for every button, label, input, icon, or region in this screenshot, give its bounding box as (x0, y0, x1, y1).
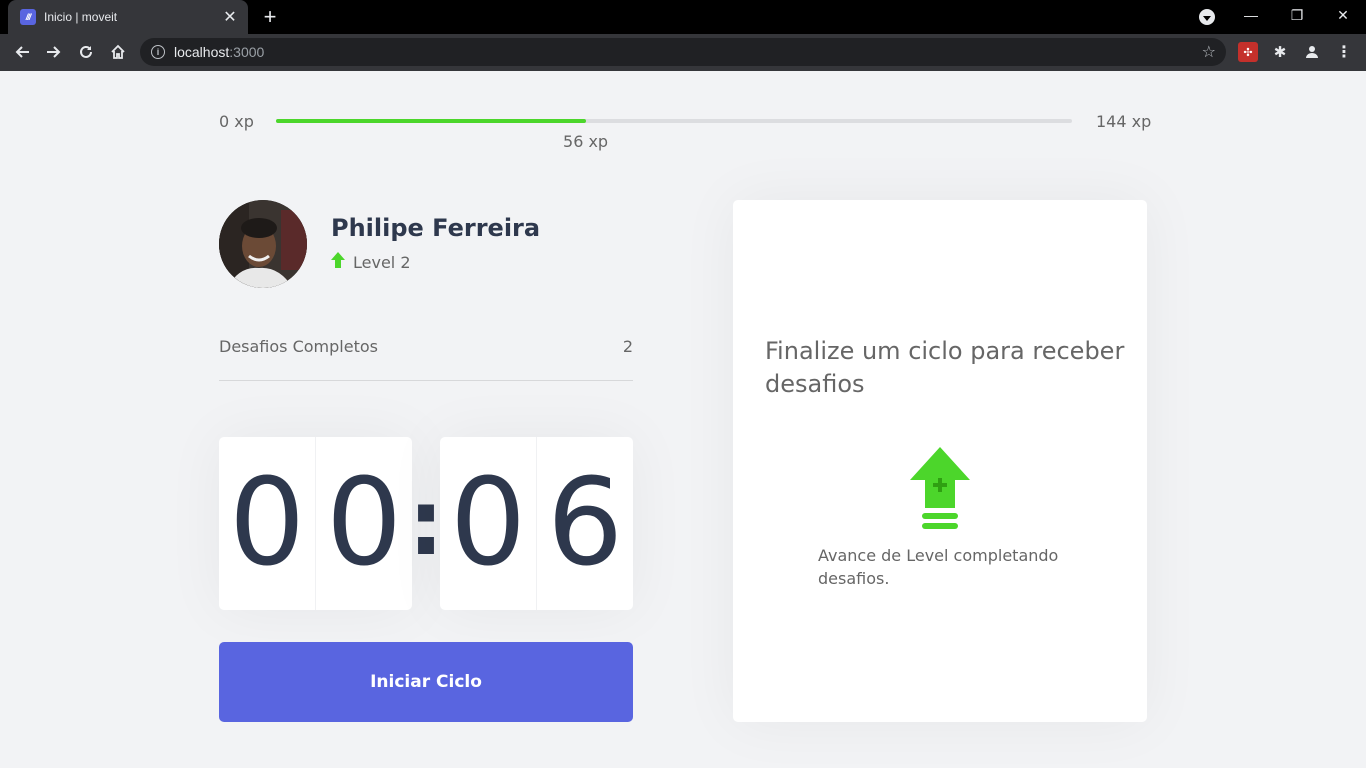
start-cycle-button[interactable]: Iniciar Ciclo (219, 642, 633, 722)
minimize-window-icon[interactable]: — (1228, 0, 1274, 30)
completed-challenges-label: Desafios Completos (219, 337, 378, 356)
level-up-icon (909, 447, 971, 529)
extensions-puzzle-icon[interactable]: ✱ (1270, 42, 1290, 62)
countdown-digit: 0 (219, 437, 316, 610)
challenge-box-description: Avance de Level completando desafios. (818, 546, 1059, 588)
countdown-minutes: 0 0 (219, 437, 412, 610)
new-tab-icon[interactable]: + (256, 3, 284, 31)
extension-icon[interactable]: ✣ (1238, 42, 1258, 62)
challenge-box-title: Finalize um ciclo para receber desafios (765, 337, 1125, 398)
level-label: Level 2 (353, 253, 411, 272)
page: 0 xp 56 xp 144 xp Philipe Ferreira Level… (0, 71, 1366, 768)
bookmark-star-icon[interactable]: ☆ (1202, 42, 1216, 62)
restore-window-icon[interactable]: ❐ (1274, 0, 1320, 30)
completed-challenges: Desafios Completos 2 (219, 337, 633, 381)
xp-max-label: 144 xp (1096, 112, 1152, 131)
challenge-box: Finalize um ciclo para receber desafios … (733, 200, 1147, 722)
browser-menu-icon[interactable]: ⋮ (1334, 42, 1354, 62)
forward-icon[interactable] (40, 38, 68, 66)
reload-icon[interactable] (72, 38, 100, 66)
browser-tab-bar: /// Inicio | moveit ✕ + — ❐ ✕ (0, 0, 1366, 34)
xp-current-label: 56 xp (563, 132, 609, 151)
close-tab-icon[interactable]: ✕ (216, 3, 244, 31)
moveit-favicon-icon: /// (20, 9, 36, 25)
completed-challenges-count: 2 (622, 337, 633, 356)
url-port: :3000 (229, 44, 265, 60)
countdown-separator: : (408, 471, 444, 576)
level-up-arrow-icon (331, 252, 345, 273)
profile-name: Philipe Ferreira (331, 214, 541, 242)
xp-min-label: 0 xp (219, 112, 254, 131)
site-info-icon[interactable]: i (151, 45, 165, 59)
address-bar[interactable]: i localhost:3000 ☆ (140, 38, 1226, 66)
browser-tab[interactable]: /// Inicio | moveit ✕ (8, 0, 248, 34)
tab-title: Inicio | moveit (44, 10, 118, 24)
tab-search-icon[interactable] (1199, 9, 1215, 25)
experience-bar-fill (276, 119, 586, 123)
url-host: localhost (174, 44, 230, 60)
countdown-digit: 0 (440, 437, 537, 610)
level-row: Level 2 (331, 252, 411, 273)
browser-toolbar: i localhost:3000 ☆ ✣ ✱ ⋮ (0, 34, 1366, 71)
countdown-digit: 6 (546, 453, 624, 593)
close-window-icon[interactable]: ✕ (1320, 0, 1366, 30)
countdown-seconds: 0 6 (440, 437, 633, 610)
back-icon[interactable] (8, 38, 36, 66)
countdown-digit: 0 (325, 453, 403, 593)
url-text: localhost:3000 (174, 44, 264, 60)
avatar (219, 200, 307, 288)
profile-icon[interactable] (1302, 42, 1322, 62)
experience-bar (276, 119, 1072, 123)
home-icon[interactable] (104, 38, 132, 66)
countdown: 0 0 : 0 6 (219, 437, 633, 610)
